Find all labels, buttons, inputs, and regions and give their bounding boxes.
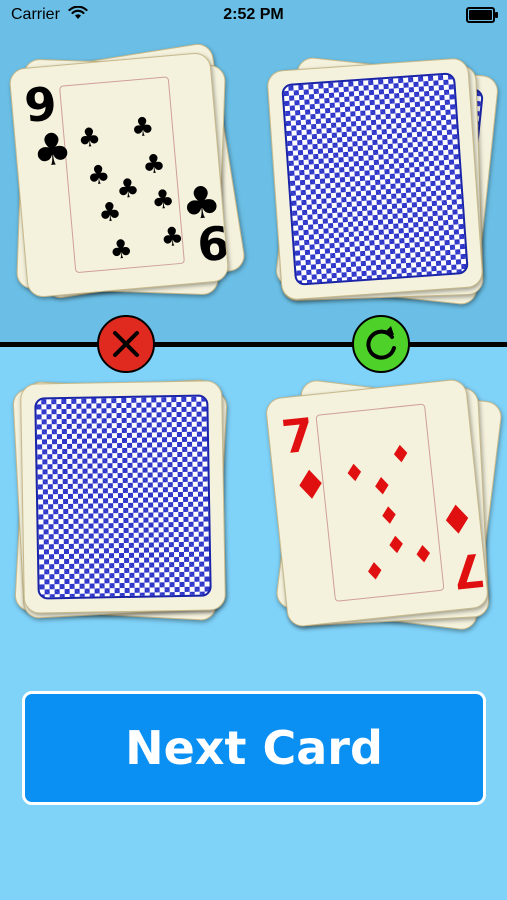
card-seven-of-diamonds[interactable]: 7 7 ♦ ♦ ♦ ♦ ♦ ♦ ♦ ♦ ♦ (264, 378, 490, 628)
club-icon: ♣ (76, 122, 103, 155)
card-back[interactable] (20, 380, 226, 614)
diamond-icon: ♦ (384, 530, 409, 561)
diamond-icon: ♦ (369, 471, 395, 502)
diamond-icon: ♦ (377, 500, 402, 531)
wrong-button[interactable] (97, 315, 155, 373)
diamond-icon: ♦ (362, 556, 388, 587)
club-icon: ♣ (140, 148, 167, 181)
club-icon: ♣ (129, 111, 156, 144)
club-icon: ♣ (179, 176, 224, 231)
card-rank: 7 (278, 407, 317, 465)
club-icon: ♣ (108, 234, 135, 267)
diamond-icon: ♦ (411, 539, 436, 570)
card-rank-bottom: 7 (449, 542, 488, 600)
status-bar: Carrier 2:52 PM (0, 0, 507, 30)
diamond-icon: ♦ (290, 461, 332, 511)
battery-icon (466, 7, 498, 23)
card-rank: 9 (22, 76, 59, 133)
diamond-icon: ♦ (342, 458, 367, 489)
club-icon: ♣ (159, 221, 186, 254)
flip-button[interactable] (352, 315, 410, 373)
diamond-icon: ♦ (388, 439, 413, 470)
clock: 2:52 PM (223, 6, 284, 23)
club-icon: ♣ (150, 184, 176, 217)
club-icon: ♣ (30, 123, 75, 178)
club-icon: ♣ (97, 196, 123, 229)
club-icon: ♣ (85, 159, 112, 192)
divider-line (0, 342, 507, 347)
close-icon (113, 331, 139, 357)
card-nine-of-clubs[interactable]: 9 6 ♣ ♣ ♣ ♣ ♣ ♣ ♣ ♣ ♣ ♣ ♣ (8, 51, 230, 299)
next-card-button[interactable]: Next Card (22, 691, 486, 805)
card-back[interactable] (266, 57, 484, 301)
diamond-icon: ♦ (436, 495, 478, 546)
refresh-icon (366, 326, 396, 360)
